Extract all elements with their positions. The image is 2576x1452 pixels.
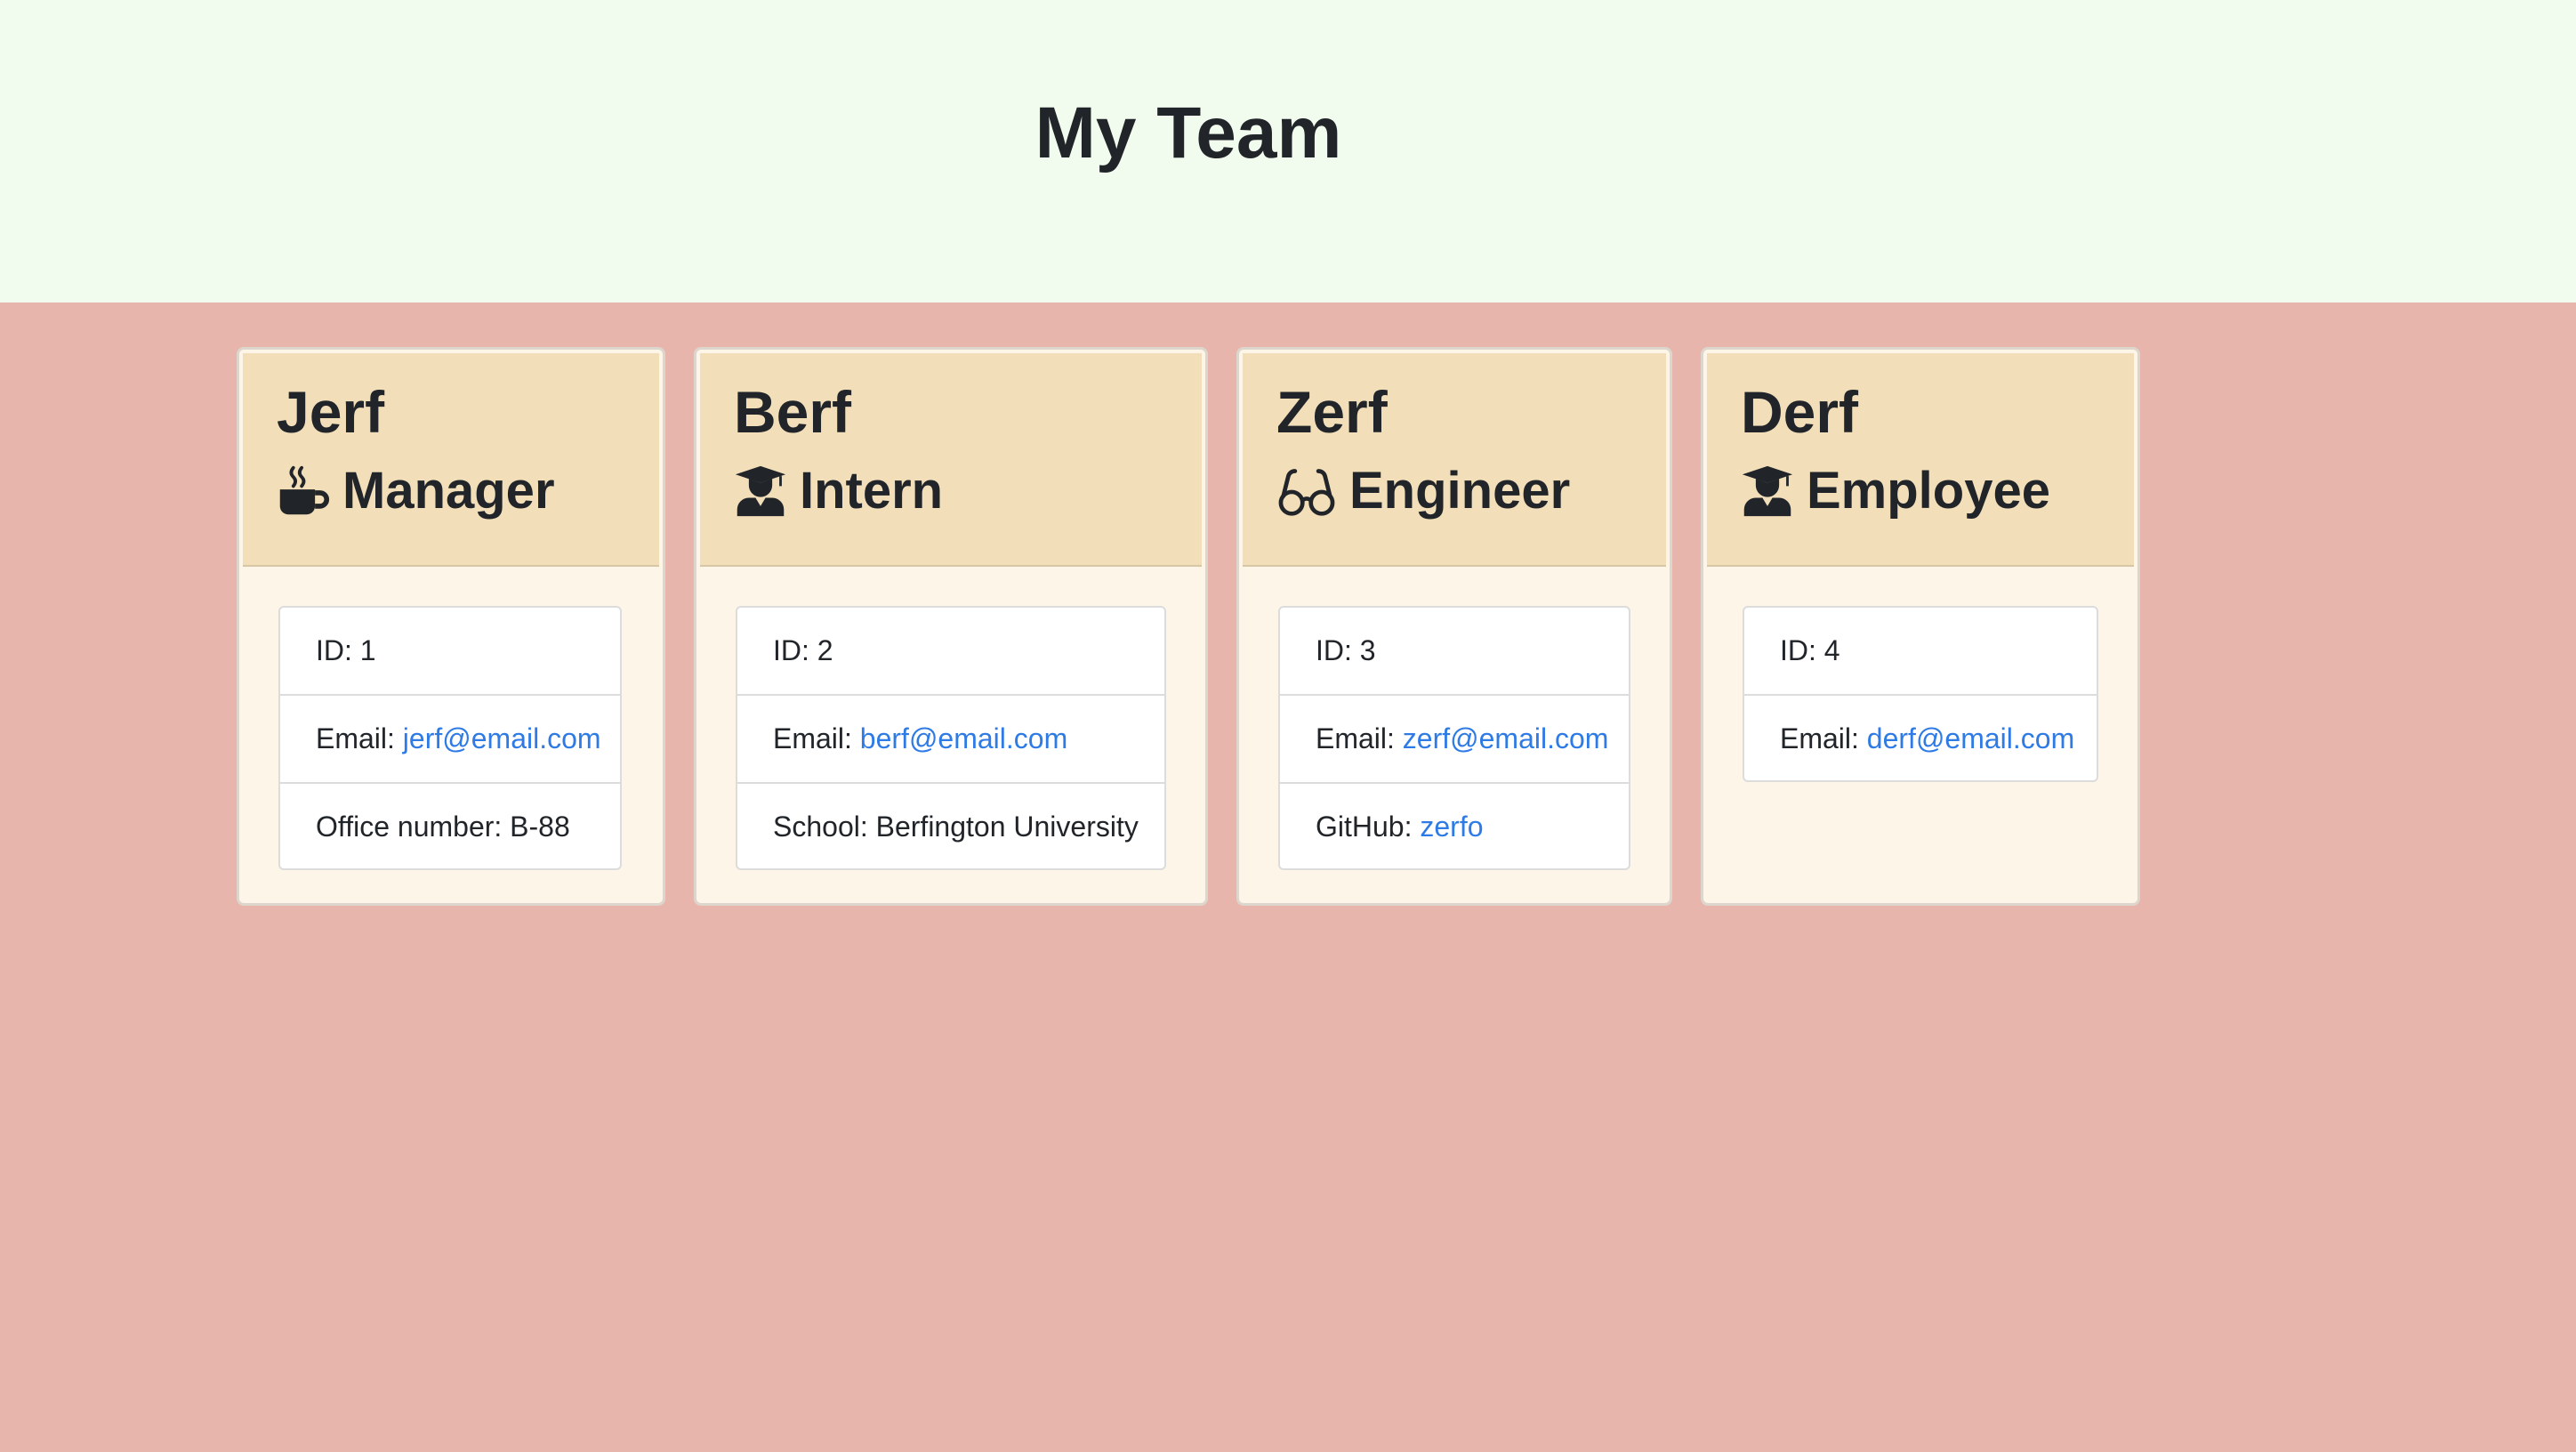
email-label: Email:	[316, 722, 403, 754]
email-link[interactable]: zerf@email.com	[1403, 722, 1609, 754]
office-number-item: Office number: B-88	[316, 811, 570, 843]
info-list: ID: 4 Email: derf@email.com	[1743, 606, 2098, 782]
role-label: Employee	[1807, 462, 2050, 520]
employee-role: Manager	[277, 460, 555, 522]
graduate-icon	[734, 464, 787, 518]
graduate-icon	[1741, 464, 1794, 518]
email-link[interactable]: derf@email.com	[1867, 722, 2074, 754]
page-title: My Team	[1034, 93, 1342, 173]
employee-name: Zerf	[1276, 379, 1388, 445]
email-item: Email: zerf@email.com	[1280, 696, 1629, 784]
employee-role: Intern	[734, 460, 943, 522]
employee-card-engineer: Zerf Engineer ID: 3 Email: zerf@email.co…	[1236, 347, 1672, 906]
email-link[interactable]: berf@email.com	[860, 722, 1067, 754]
role-label: Intern	[800, 462, 944, 520]
card-header: Zerf Engineer	[1243, 353, 1666, 567]
employee-card-employee: Derf Employee ID: 4 Email: derf@email.co…	[1701, 347, 2140, 906]
id-item: ID: 3	[1280, 608, 1629, 696]
email-item: Email: derf@email.com	[1744, 696, 2097, 780]
employee-card-intern: Berf Intern ID: 2 Email: berf@email.com …	[694, 347, 1208, 906]
role-label: Manager	[342, 462, 555, 520]
info-list: ID: 1 Email: jerf@email.com Office numbe…	[278, 606, 622, 870]
info-list: ID: 3 Email: zerf@email.com GitHub: zerf…	[1278, 606, 1630, 870]
email-item: Email: berf@email.com	[737, 696, 1164, 784]
employee-name: Berf	[734, 379, 852, 445]
id-item: ID: 1	[280, 608, 620, 696]
school-item: School: Berfington University	[773, 811, 1139, 843]
employee-name: Derf	[1741, 379, 1859, 445]
id-item: ID: 2	[737, 608, 1164, 696]
info-list: ID: 2 Email: berf@email.com School: Berf…	[736, 606, 1166, 870]
card-header: Jerf Manager	[243, 353, 659, 567]
employee-card-manager: Jerf Manager ID: 1 Email: jerf@email.com…	[237, 347, 665, 906]
employee-role: Engineer	[1276, 460, 1570, 522]
github-label: GitHub:	[1316, 811, 1421, 843]
team-container: Jerf Manager ID: 1 Email: jerf@email.com…	[0, 302, 2576, 1452]
card-header: Derf Employee	[1707, 353, 2134, 567]
page-header: My Team	[0, 0, 2576, 302]
github-link[interactable]: zerfo	[1420, 811, 1483, 843]
email-link[interactable]: jerf@email.com	[403, 722, 601, 754]
github-item: GitHub: zerfo	[1280, 784, 1629, 868]
card-header: Berf Intern	[700, 353, 1202, 567]
coffee-mug-icon	[277, 464, 330, 518]
email-label: Email:	[773, 722, 860, 754]
employee-name: Jerf	[277, 379, 385, 445]
glasses-icon	[1276, 464, 1337, 518]
email-label: Email:	[1780, 722, 1867, 754]
email-item: Email: jerf@email.com	[280, 696, 620, 784]
role-label: Engineer	[1349, 462, 1571, 520]
id-item: ID: 4	[1744, 608, 2097, 696]
email-label: Email:	[1316, 722, 1403, 754]
employee-role: Employee	[1741, 460, 2050, 522]
